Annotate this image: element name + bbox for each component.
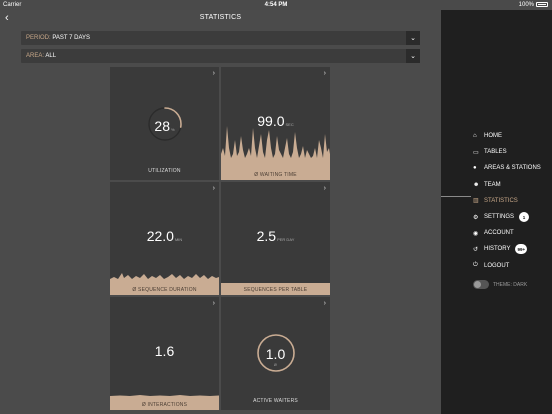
chevron-right-icon[interactable]: › bbox=[213, 70, 215, 77]
active-waiters-value: 1.0 bbox=[265, 346, 286, 362]
location-pin-icon: ● bbox=[473, 165, 477, 172]
sidebar-item-logout[interactable]: ⏻ LOGOUT bbox=[473, 258, 541, 274]
chevron-down-icon[interactable]: ⌄ bbox=[406, 31, 420, 45]
account-icon: ◉ bbox=[473, 230, 479, 237]
waiting-time-tile[interactable]: › 99.0SEC Ø WAITING TIME bbox=[221, 67, 330, 180]
interactions-tile[interactable]: › 1.6 Ø INTERACTIONS bbox=[110, 297, 219, 410]
chevron-right-icon[interactable]: › bbox=[324, 300, 326, 307]
active-waiters-unit: Ø bbox=[274, 363, 277, 367]
theme-toggle[interactable] bbox=[473, 280, 489, 289]
settings-badge: 1 bbox=[519, 212, 530, 223]
battery-status: 100% bbox=[519, 2, 548, 8]
sidebar-item-account[interactable]: ◉ ACCOUNT bbox=[473, 225, 541, 241]
sidebar-menu: ⌂ HOME ▭ TABLES ● AREAS & STATIONS ☻ TEA… bbox=[473, 128, 541, 274]
gear-icon: ⚙ bbox=[473, 214, 479, 221]
home-icon: ⌂ bbox=[473, 133, 477, 140]
chevron-right-icon[interactable]: › bbox=[213, 185, 215, 192]
utilization-value: 28% bbox=[154, 118, 175, 134]
chevron-right-icon[interactable]: › bbox=[213, 300, 215, 307]
waiting-time-sparkline bbox=[221, 126, 330, 168]
utilization-caption: UTILIZATION bbox=[148, 168, 181, 174]
area-filter-value: ALL bbox=[45, 53, 57, 59]
period-filter-label: PERIOD: bbox=[26, 35, 51, 41]
status-bar: Carrier 4:54 PM 100% bbox=[0, 0, 552, 10]
chevron-right-icon[interactable]: › bbox=[324, 185, 326, 192]
utilization-tile[interactable]: › 28% UTILIZATION bbox=[110, 67, 219, 180]
sequence-duration-sparkline bbox=[110, 273, 219, 283]
chevron-down-icon[interactable]: ⌄ bbox=[406, 49, 420, 63]
sequences-per-table-tile[interactable]: › 2.5PER DAY SEQUENCES PER TABLE bbox=[221, 182, 330, 295]
history-icon: ↺ bbox=[473, 246, 479, 253]
sidebar-item-tables[interactable]: ▭ TABLES bbox=[473, 144, 541, 160]
active-indicator-line bbox=[441, 195, 471, 197]
area-filter[interactable]: AREA: ALL ⌄ bbox=[21, 49, 420, 63]
interactions-caption: Ø INTERACTIONS bbox=[141, 401, 188, 408]
team-icon: ☻ bbox=[473, 181, 480, 188]
toggle-knob bbox=[474, 281, 481, 288]
period-filter[interactable]: PERIOD: PAST 7 DAYS ⌄ bbox=[21, 31, 420, 45]
page-title: STATISTICS bbox=[199, 14, 242, 21]
active-waiters-caption: ACTIVE WAITERS bbox=[253, 398, 298, 404]
area-filter-label: AREA: bbox=[26, 53, 45, 59]
sidebar-item-team[interactable]: ☻ TEAM bbox=[473, 177, 541, 193]
sequence-duration-caption: Ø SEQUENCE DURATION bbox=[132, 286, 197, 293]
period-filter-value: PAST 7 DAYS bbox=[52, 35, 91, 41]
sidebar: ⌂ HOME ▭ TABLES ● AREAS & STATIONS ☻ TEA… bbox=[441, 10, 552, 414]
bar-chart-icon: ▥ bbox=[473, 198, 479, 205]
sidebar-item-history[interactable]: ↺ HISTORY 99+ bbox=[473, 241, 541, 257]
battery-percent: 100% bbox=[518, 1, 534, 8]
power-icon: ⏻ bbox=[473, 262, 478, 269]
clock: 4:54 PM bbox=[264, 1, 288, 8]
sidebar-item-settings[interactable]: ⚙ SETTINGS 1 bbox=[473, 209, 541, 225]
main-panel: ‹ STATISTICS PERIOD: PAST 7 DAYS ⌄ AREA:… bbox=[0, 10, 441, 414]
sequences-per-table-value: 2.5PER DAY bbox=[256, 228, 295, 244]
theme-toggle-row: THEME: DARK bbox=[473, 280, 527, 289]
waiting-time-caption: Ø WAITING TIME bbox=[254, 171, 297, 178]
history-badge: 99+ bbox=[515, 244, 528, 255]
sidebar-item-areas-stations[interactable]: ● AREAS & STATIONS bbox=[473, 160, 541, 176]
table-icon: ▭ bbox=[473, 149, 479, 156]
active-waiters-tile[interactable]: › 1.0 Ø ACTIVE WAITERS bbox=[221, 297, 330, 410]
chevron-right-icon[interactable]: › bbox=[324, 70, 326, 77]
sequence-duration-tile[interactable]: › 22.0MIN Ø SEQUENCE DURATION bbox=[110, 182, 219, 295]
battery-icon bbox=[536, 2, 548, 7]
sequences-per-table-caption: SEQUENCES PER TABLE bbox=[243, 286, 308, 293]
statistics-grid: › 28% UTILIZATION › 99.0SEC Ø WAITING TI… bbox=[110, 67, 330, 410]
theme-toggle-label: THEME: DARK bbox=[493, 281, 528, 288]
sequence-duration-value: 22.0MIN bbox=[146, 228, 183, 244]
sidebar-item-statistics[interactable]: ▥ STATISTICS bbox=[473, 193, 541, 209]
sidebar-item-home[interactable]: ⌂ HOME bbox=[473, 128, 541, 144]
nav-bar: ‹ STATISTICS bbox=[0, 10, 441, 28]
interactions-value: 1.6 bbox=[154, 343, 175, 359]
